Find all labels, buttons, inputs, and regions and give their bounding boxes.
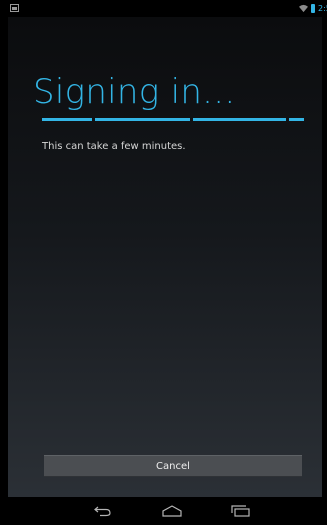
device-screen: 2:5 Signing in... This can take a few mi…: [0, 0, 327, 525]
progress-segment: [95, 118, 190, 121]
navigation-bar: [0, 497, 327, 525]
home-icon: [162, 505, 182, 517]
progress-segment: [193, 118, 286, 121]
recent-apps-button[interactable]: [229, 501, 253, 521]
status-time: 2:5: [318, 4, 327, 13]
page-title: Signing in...: [33, 72, 236, 112]
status-bar: 2:5: [0, 0, 327, 17]
battery-icon: [311, 4, 315, 13]
home-button[interactable]: [160, 501, 184, 521]
indeterminate-progress-bar: [42, 118, 304, 121]
status-right-group: 2:5: [299, 3, 327, 14]
back-button[interactable]: [91, 501, 115, 521]
notification-icon: [10, 4, 19, 12]
cancel-button[interactable]: Cancel: [44, 455, 302, 477]
progress-segment: [42, 118, 92, 121]
back-icon: [94, 506, 111, 517]
wifi-icon: [299, 4, 308, 13]
recent-apps-icon: [231, 505, 250, 517]
progress-segment: [289, 118, 304, 121]
status-message: This can take a few minutes.: [42, 141, 186, 152]
